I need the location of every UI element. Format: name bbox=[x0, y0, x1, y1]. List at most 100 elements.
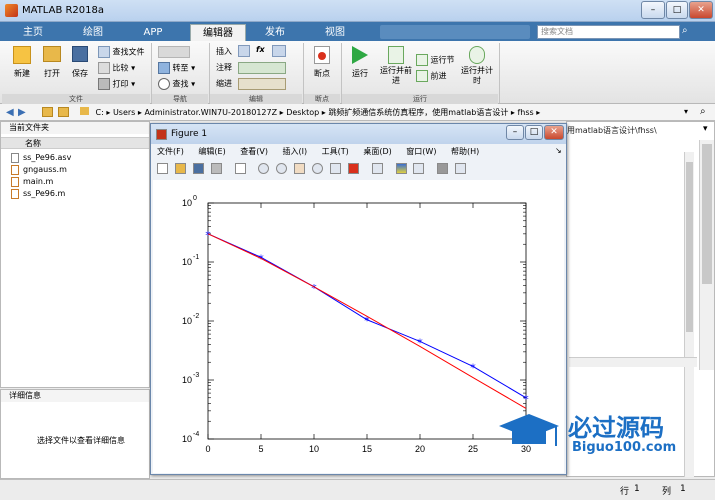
folder-icon bbox=[43, 46, 61, 62]
tab-editor[interactable]: 编辑器 bbox=[190, 24, 246, 41]
figure-maximize-button[interactable]: □ bbox=[525, 125, 543, 140]
run-time-button[interactable]: 运行并计时 bbox=[460, 46, 494, 86]
insert-tools-icon[interactable] bbox=[238, 45, 250, 57]
path-segment[interactable]: Desktop bbox=[286, 108, 319, 117]
link-plot-icon[interactable] bbox=[371, 163, 383, 174]
x-tick-label: 25 bbox=[468, 444, 478, 454]
m-file-icon bbox=[11, 177, 19, 187]
find-files-button[interactable]: 查找文件 bbox=[98, 46, 145, 58]
show-plot-tools-icon[interactable] bbox=[455, 163, 467, 174]
y-tick-label: 10 bbox=[182, 434, 192, 444]
address-dropdown-icon[interactable]: ▾ bbox=[684, 107, 688, 116]
indent-tools-icon[interactable] bbox=[238, 78, 286, 90]
matlab-logo-icon bbox=[5, 4, 18, 17]
browse-folder-icon[interactable] bbox=[58, 107, 69, 117]
print-figure-icon[interactable] bbox=[210, 163, 222, 174]
pan-hand-icon[interactable] bbox=[294, 163, 306, 174]
figure-close-button[interactable]: ✕ bbox=[544, 125, 564, 140]
save-figure-icon[interactable] bbox=[192, 163, 204, 174]
menu-view[interactable]: 查看(V) bbox=[240, 147, 268, 156]
maximize-button[interactable]: □ bbox=[666, 1, 688, 19]
path-segment[interactable]: 跳频扩频通信系统仿真程序，使用matlab语言设计 bbox=[328, 108, 508, 117]
tab-apps[interactable]: APP bbox=[130, 24, 176, 41]
name-column-header[interactable]: 名称 bbox=[1, 137, 149, 149]
minimize-button[interactable]: – bbox=[641, 1, 665, 19]
back-arrow-icon[interactable]: ◀ bbox=[6, 107, 14, 118]
back-forward-icon[interactable] bbox=[158, 46, 190, 58]
run-time-icon bbox=[469, 46, 485, 64]
colorbar-icon[interactable] bbox=[395, 163, 407, 174]
save-button[interactable]: 保存 bbox=[66, 46, 94, 79]
path-segment[interactable]: Users bbox=[113, 108, 135, 117]
tab-plots[interactable]: 绘图 bbox=[70, 24, 116, 41]
up-folder-icon[interactable] bbox=[42, 107, 53, 117]
hide-plot-tools-icon[interactable] bbox=[437, 163, 449, 174]
address-search-icon[interactable]: ⌕ bbox=[700, 106, 706, 117]
menu-window[interactable]: 窗口(W) bbox=[406, 147, 436, 156]
vertical-scrollbar[interactable] bbox=[699, 140, 714, 370]
tab-publish[interactable]: 发布 bbox=[252, 24, 298, 41]
menu-edit[interactable]: 编辑(E) bbox=[198, 147, 225, 156]
tab-view[interactable]: 视图 bbox=[312, 24, 358, 41]
search-icon[interactable]: ⌕ bbox=[682, 25, 694, 39]
path-segment[interactable]: Administrator.WIN7U-20180127Z bbox=[144, 108, 277, 117]
address-bar: ◀ ▶ C: ▸ Users ▸ Administrator.WIN7U-201… bbox=[0, 104, 715, 121]
legend-icon[interactable] bbox=[413, 163, 425, 174]
fx-button[interactable]: fx bbox=[256, 45, 265, 54]
figure-title-bar: Figure 1 – □ ✕ bbox=[151, 124, 566, 144]
menubar-dock-icon[interactable]: ↘ bbox=[555, 146, 562, 155]
indent-button[interactable]: 缩进 bbox=[216, 78, 232, 89]
breakpoint-icon bbox=[314, 46, 330, 64]
advance-button[interactable]: 前进 bbox=[416, 70, 447, 82]
brush-icon[interactable] bbox=[347, 163, 359, 174]
print-button[interactable]: 打印 ▾ bbox=[98, 78, 135, 90]
address-path[interactable]: C: ▸ Users ▸ Administrator.WIN7U-2018012… bbox=[80, 107, 680, 118]
path-segment[interactable]: C: bbox=[96, 108, 104, 117]
horizontal-scrollbar[interactable] bbox=[569, 357, 697, 367]
find-files-icon bbox=[98, 46, 110, 58]
file-item[interactable]: gngauss.m bbox=[1, 164, 149, 176]
comment-tools-icon[interactable] bbox=[238, 62, 286, 74]
file-item[interactable]: ss_Pe96.asv bbox=[1, 152, 149, 164]
insert-button[interactable]: 插入 bbox=[216, 46, 232, 57]
details-title: 详细信息 bbox=[1, 390, 149, 402]
zoom-in-icon[interactable] bbox=[258, 163, 270, 174]
data-cursor-icon[interactable] bbox=[329, 163, 341, 174]
search-input[interactable]: 搜索文档 bbox=[537, 25, 680, 39]
path-segment[interactable]: fhss bbox=[517, 108, 533, 117]
menu-insert[interactable]: 插入(I) bbox=[283, 147, 308, 156]
figure-minimize-button[interactable]: – bbox=[506, 125, 524, 140]
rotate-3d-icon[interactable] bbox=[312, 163, 323, 174]
tab-home[interactable]: 主页 bbox=[10, 24, 56, 41]
current-folder-panel: 当前文件夹 名称 ss_Pe96.asv gngauss.m main.m ss… bbox=[0, 121, 150, 388]
zoom-out-icon[interactable] bbox=[276, 163, 288, 174]
save-icon bbox=[72, 46, 88, 62]
menu-desktop[interactable]: 桌面(D) bbox=[363, 147, 391, 156]
file-item[interactable]: ss_Pe96.m bbox=[1, 188, 149, 200]
quick-access-toolbar[interactable] bbox=[380, 25, 530, 39]
close-button[interactable]: ✕ bbox=[689, 1, 713, 19]
file-item[interactable]: main.m bbox=[1, 176, 149, 188]
figure-icon bbox=[156, 129, 167, 140]
run-section-button[interactable]: 运行节 bbox=[416, 54, 455, 66]
menu-file[interactable]: 文件(F) bbox=[157, 147, 184, 156]
find-button[interactable]: 查找 ▾ bbox=[158, 78, 195, 90]
run-advance-button[interactable]: 运行并前进 bbox=[378, 46, 414, 86]
goto-button[interactable]: 转至 ▾ bbox=[158, 62, 195, 74]
open-button[interactable]: 打开 bbox=[38, 46, 66, 79]
new-button[interactable]: 新建 bbox=[8, 46, 36, 79]
editor-tab-menu-icon[interactable]: ▾ bbox=[703, 124, 708, 134]
compare-button[interactable]: 比较 ▾ bbox=[98, 62, 135, 74]
pointer-icon[interactable] bbox=[234, 163, 246, 174]
nav-group-label: 导航 bbox=[152, 94, 208, 104]
more-tools-icon[interactable] bbox=[272, 45, 286, 57]
run-button[interactable]: 运行 bbox=[346, 46, 374, 79]
menu-help[interactable]: 帮助(H) bbox=[451, 147, 479, 156]
breakpoints-button[interactable]: 断点 bbox=[308, 46, 336, 79]
forward-arrow-icon[interactable]: ▶ bbox=[18, 107, 26, 118]
run-advance-icon bbox=[388, 46, 404, 64]
comment-button[interactable]: 注释 bbox=[216, 62, 232, 73]
new-figure-icon[interactable] bbox=[157, 163, 168, 174]
open-file-icon[interactable] bbox=[174, 163, 186, 174]
menu-tools[interactable]: 工具(T) bbox=[322, 147, 349, 156]
